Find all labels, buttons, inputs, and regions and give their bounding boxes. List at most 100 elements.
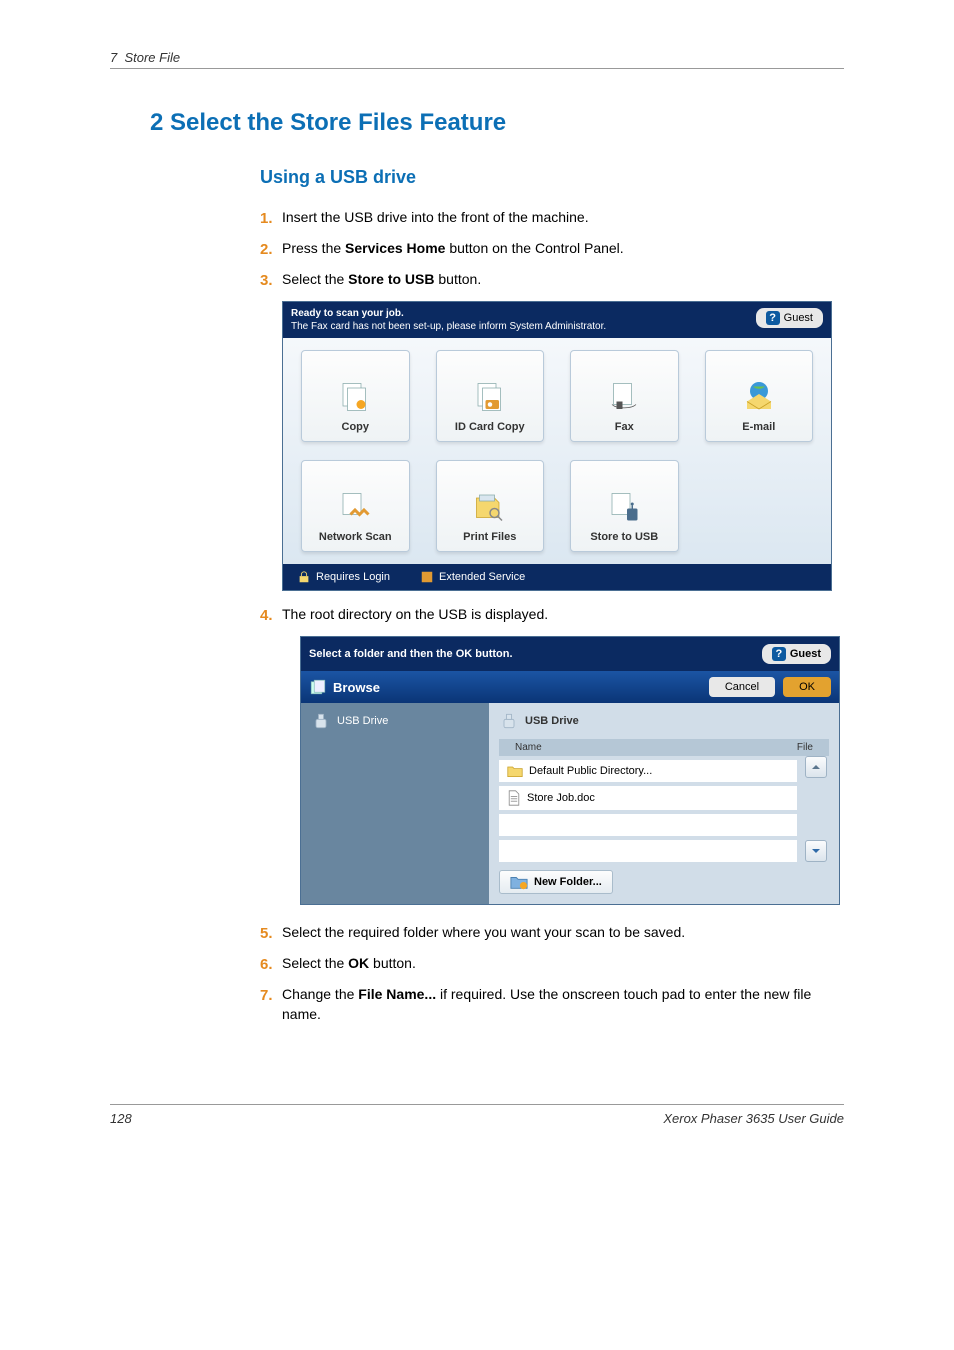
guest-button[interactable]: ? Guest bbox=[756, 308, 823, 328]
page-number: 128 bbox=[110, 1111, 132, 1126]
browse-toolbar: Browse Cancel OK bbox=[301, 671, 839, 703]
steps-list: 1. Insert the USB drive into the front o… bbox=[110, 208, 844, 291]
print-files-icon bbox=[472, 489, 508, 525]
services-home-panel: Ready to scan your job. The Fax card has… bbox=[282, 301, 832, 591]
usb-drive-icon bbox=[311, 711, 331, 731]
step-text: Change the File Name... if required. Use… bbox=[282, 985, 844, 1024]
tree-item-usb-drive[interactable]: USB Drive bbox=[311, 711, 479, 731]
t: Store to USB bbox=[348, 271, 434, 287]
chapter-header: 7 Store File bbox=[110, 50, 844, 69]
section-sub-title: Using a USB drive bbox=[110, 167, 844, 188]
t: Select the bbox=[282, 271, 348, 287]
step-num: 7. bbox=[260, 985, 282, 1024]
step-num: 1. bbox=[260, 208, 282, 229]
drive-heading: USB Drive bbox=[499, 711, 829, 731]
scroll-up-button[interactable] bbox=[805, 756, 827, 778]
tile-store-to-usb[interactable]: Store to USB bbox=[570, 460, 679, 552]
step-num: 6. bbox=[260, 954, 282, 975]
cancel-button[interactable]: Cancel bbox=[709, 677, 775, 697]
folder-contents: USB Drive Name File Default Public Direc… bbox=[489, 703, 839, 904]
step-7: 7. Change the File Name... if required. … bbox=[260, 985, 844, 1024]
step-text: The root directory on the USB is display… bbox=[282, 605, 844, 626]
t: Change the bbox=[282, 986, 358, 1002]
section-title: 2 Select the Store Files Feature bbox=[110, 109, 844, 137]
step-5: 5. Select the required folder where you … bbox=[260, 923, 844, 944]
file-row[interactable]: Store Job.doc bbox=[499, 786, 797, 810]
empty-row bbox=[499, 840, 797, 862]
copy-icon bbox=[337, 379, 373, 415]
browse-title: Browse bbox=[309, 678, 380, 696]
help-icon: ? bbox=[766, 311, 780, 325]
t: File Name... bbox=[358, 986, 436, 1002]
page-footer: 128 Xerox Phaser 3635 User Guide bbox=[110, 1104, 844, 1126]
new-folder-row: New Folder... bbox=[499, 870, 829, 894]
tile-id-card-copy[interactable]: ID Card Copy bbox=[436, 350, 545, 442]
browse-status-bar: Select a folder and then the OK button. … bbox=[301, 637, 839, 671]
row-label: Store Job.doc bbox=[527, 792, 595, 804]
new-folder-label: New Folder... bbox=[534, 876, 602, 888]
step-num: 4. bbox=[260, 605, 282, 626]
steps-list-cont2: 5. Select the required folder where you … bbox=[110, 923, 844, 1024]
browse-label: Browse bbox=[333, 680, 380, 695]
t: Select the bbox=[282, 955, 348, 971]
tile-copy[interactable]: Copy bbox=[301, 350, 410, 442]
step-3: 3. Select the Store to USB button. bbox=[260, 270, 844, 291]
id-card-copy-icon bbox=[472, 379, 508, 415]
t: OK bbox=[348, 955, 369, 971]
t: button on the Control Panel. bbox=[445, 240, 623, 256]
tile-label: Print Files bbox=[463, 531, 516, 543]
legend-label: Requires Login bbox=[316, 571, 390, 583]
folder-tree: USB Drive bbox=[301, 703, 489, 904]
t: button. bbox=[369, 955, 416, 971]
scroll-down-button[interactable] bbox=[805, 840, 827, 862]
fax-icon bbox=[606, 379, 642, 415]
t: button. bbox=[435, 271, 482, 287]
step-text: Select the required folder where you wan… bbox=[282, 923, 844, 944]
tile-label: Copy bbox=[342, 421, 370, 433]
ok-button[interactable]: OK bbox=[783, 677, 831, 697]
tile-label: Network Scan bbox=[319, 531, 392, 543]
row-label: Default Public Directory... bbox=[529, 765, 652, 777]
folder-row[interactable]: Default Public Directory... bbox=[499, 760, 797, 782]
steps-list-cont1: 4. The root directory on the USB is disp… bbox=[110, 605, 844, 626]
browse-body: USB Drive USB Drive Name File Default bbox=[301, 703, 839, 904]
tile-print-files[interactable]: Print Files bbox=[436, 460, 545, 552]
step-2: 2. Press the Services Home button on the… bbox=[260, 239, 844, 260]
tile-label: Fax bbox=[615, 421, 634, 433]
scrollbar bbox=[803, 756, 829, 862]
drive-title: USB Drive bbox=[525, 715, 579, 727]
new-folder-icon bbox=[510, 874, 528, 890]
legend-requires-login: Requires Login bbox=[297, 570, 390, 584]
services-grid: Copy ID Card Copy Fax E-mail Network Sca… bbox=[283, 338, 831, 564]
step-num: 5. bbox=[260, 923, 282, 944]
legend-extended-service: Extended Service bbox=[420, 570, 525, 584]
lock-icon bbox=[297, 570, 311, 584]
legend-label: Extended Service bbox=[439, 571, 525, 583]
tile-email[interactable]: E-mail bbox=[705, 350, 814, 442]
tree-label: USB Drive bbox=[337, 715, 388, 727]
usb-drive-icon bbox=[499, 711, 519, 731]
puzzle-icon bbox=[420, 570, 434, 584]
t: Services Home bbox=[345, 240, 445, 256]
new-folder-button[interactable]: New Folder... bbox=[499, 870, 613, 894]
col-file: File bbox=[797, 742, 813, 753]
folder-icon bbox=[507, 764, 523, 778]
tile-network-scan[interactable]: Network Scan bbox=[301, 460, 410, 552]
empty-row bbox=[499, 814, 797, 836]
email-icon bbox=[741, 379, 777, 415]
status-title: Ready to scan your job. bbox=[291, 308, 606, 319]
status-text: Ready to scan your job. The Fax card has… bbox=[291, 308, 606, 332]
step-num: 3. bbox=[260, 270, 282, 291]
tile-fax[interactable]: Fax bbox=[570, 350, 679, 442]
help-icon: ? bbox=[772, 647, 786, 661]
document-icon bbox=[507, 790, 521, 806]
step-text: Select the Store to USB button. bbox=[282, 270, 844, 291]
t: Press the bbox=[282, 240, 345, 256]
guest-button[interactable]: ? Guest bbox=[762, 644, 831, 664]
store-to-usb-icon bbox=[606, 489, 642, 525]
guide-title: Xerox Phaser 3635 User Guide bbox=[663, 1111, 844, 1126]
chapter-number: 7 bbox=[110, 50, 117, 65]
step-text: Select the OK button. bbox=[282, 954, 844, 975]
browse-icon bbox=[309, 678, 327, 696]
tile-label: ID Card Copy bbox=[455, 421, 525, 433]
